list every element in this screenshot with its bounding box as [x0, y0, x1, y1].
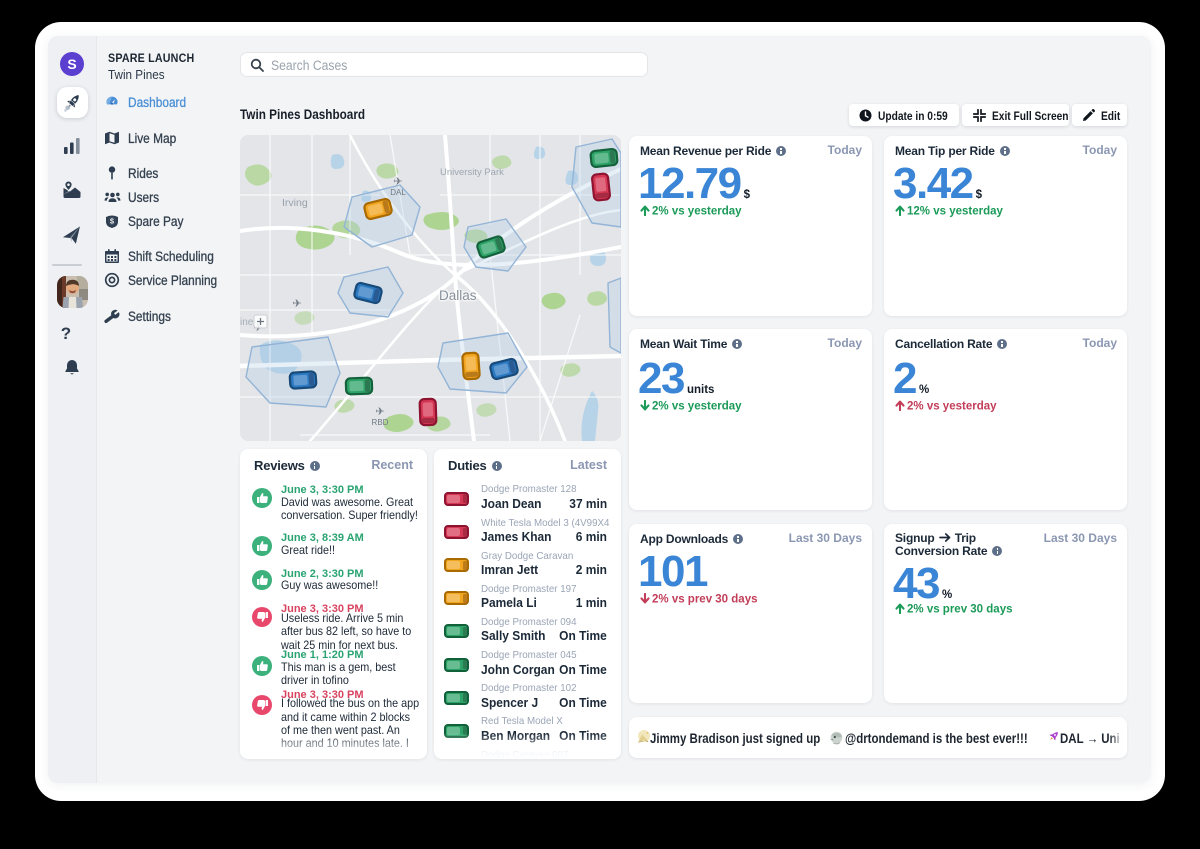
svg-text:Irving: Irving: [282, 197, 308, 209]
svg-text:DAL: DAL: [390, 188, 406, 197]
svg-text:ine: ine: [240, 317, 254, 328]
svg-text:RBD: RBD: [372, 418, 389, 427]
svg-text:University Park: University Park: [440, 167, 504, 178]
svg-text:✈: ✈: [292, 298, 301, 310]
svg-text:✈: ✈: [375, 406, 384, 418]
svg-text:✈: ✈: [393, 176, 402, 188]
svg-text:Dallas: Dallas: [439, 288, 477, 303]
